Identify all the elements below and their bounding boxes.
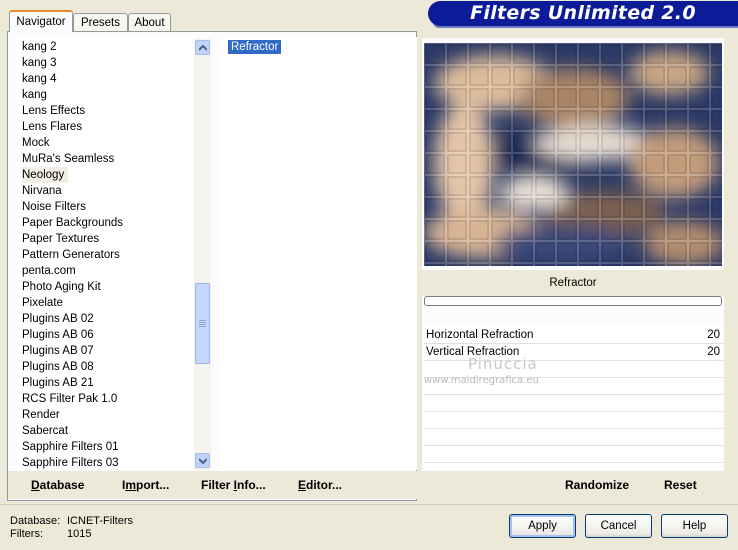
chevron-down-icon	[199, 458, 207, 464]
category-item[interactable]: Mock	[22, 135, 49, 151]
tab-navigator[interactable]: Navigator	[9, 10, 73, 32]
category-item[interactable]: Pattern Generators	[22, 247, 120, 263]
status-filters-label: Filters:	[10, 528, 43, 540]
category-item[interactable]: Sapphire Filters 01	[22, 439, 119, 455]
scroll-down-button[interactable]	[195, 453, 210, 468]
parameter-row-empty	[424, 446, 723, 463]
parameter-row-empty	[424, 412, 723, 429]
parameter-name: Horizontal Refraction	[426, 329, 534, 341]
category-item[interactable]: penta.com	[22, 263, 76, 279]
render-progress-bar	[424, 296, 722, 306]
watermark-name: Pinuccia	[468, 355, 538, 373]
category-item[interactable]: kang 4	[22, 71, 57, 87]
parameter-row-empty	[424, 395, 723, 412]
scroll-up-button[interactable]	[195, 40, 210, 55]
scroll-thumb[interactable]	[195, 283, 210, 364]
apply-button[interactable]: Apply	[509, 514, 576, 538]
parameter-row-horizontal-refraction[interactable]: Horizontal Refraction 20	[424, 327, 723, 344]
status-filters-value: 1015	[67, 528, 92, 540]
parameter-value[interactable]: 20	[707, 346, 720, 358]
category-item[interactable]: Render	[22, 407, 60, 423]
category-item[interactable]: Photo Aging Kit	[22, 279, 101, 295]
category-item[interactable]: Pixelate	[22, 295, 63, 311]
category-item[interactable]: Plugins AB 07	[22, 343, 94, 359]
tab-presets[interactable]: Presets	[73, 13, 128, 31]
category-item[interactable]: Plugins AB 08	[22, 359, 94, 375]
cancel-button[interactable]: Cancel	[585, 514, 652, 538]
category-item[interactable]: Nirvana	[22, 183, 62, 199]
category-item[interactable]: Plugins AB 02	[22, 311, 94, 327]
category-item[interactable]: Lens Effects	[22, 103, 85, 119]
app-banner-title: Filters Unlimited 2.0	[428, 1, 738, 26]
status-database: Database: ICNET-Filters	[10, 515, 133, 527]
status-database-label: Database:	[10, 515, 61, 527]
filter-list[interactable]: Refractor	[221, 37, 417, 470]
category-item[interactable]: kang	[22, 87, 47, 103]
category-item[interactable]: Plugins AB 06	[22, 327, 94, 343]
category-item[interactable]: Lens Flares	[22, 119, 82, 135]
status-separator	[0, 504, 738, 505]
category-item[interactable]: Paper Backgrounds	[22, 215, 123, 231]
selected-filter-title: Refractor	[422, 270, 724, 296]
randomize-button[interactable]: Randomize	[565, 478, 629, 492]
category-item[interactable]: MuRa's Seamless	[22, 151, 114, 167]
category-item[interactable]: Neology	[22, 167, 69, 183]
category-item[interactable]: Sapphire Filters 03	[22, 455, 119, 470]
category-item[interactable]: Paper Textures	[22, 231, 99, 247]
category-item[interactable]: Plugins AB 21	[22, 375, 94, 391]
parameter-table: Horizontal Refraction 20 Vertical Refrac…	[424, 325, 723, 470]
category-scrollbar[interactable]	[194, 38, 211, 470]
import-button[interactable]: Import...	[122, 478, 169, 492]
chevron-up-icon	[199, 45, 207, 51]
filter-info-button[interactable]: Filter Info...	[201, 478, 266, 492]
category-item[interactable]: kang 3	[22, 55, 57, 71]
filter-preview-image	[424, 43, 722, 266]
status-database-value: ICNET-Filters	[67, 515, 133, 527]
reset-button[interactable]: Reset	[664, 478, 697, 492]
category-item[interactable]: kang 2	[22, 39, 57, 55]
tab-about[interactable]: About	[128, 13, 171, 31]
category-item[interactable]: RCS Filter Pak 1.0	[22, 391, 117, 407]
status-filters: Filters: 1015	[10, 528, 91, 540]
filter-item-refractor[interactable]: Refractor	[228, 40, 282, 54]
parameter-value[interactable]: 20	[707, 329, 720, 341]
watermark-url: www.maidiregrafica.eu	[424, 375, 539, 386]
editor-button[interactable]: Editor...	[298, 478, 342, 492]
parameter-row-empty	[424, 429, 723, 446]
help-button[interactable]: Help	[661, 514, 728, 538]
database-button[interactable]: Database	[31, 478, 84, 492]
category-list[interactable]: kang 2 kang 3 kang 4 kang Lens Effects Lens F…	[15, 37, 211, 470]
category-item[interactable]: Sabercat	[22, 423, 68, 439]
category-item[interactable]: Noise Filters	[22, 199, 86, 215]
